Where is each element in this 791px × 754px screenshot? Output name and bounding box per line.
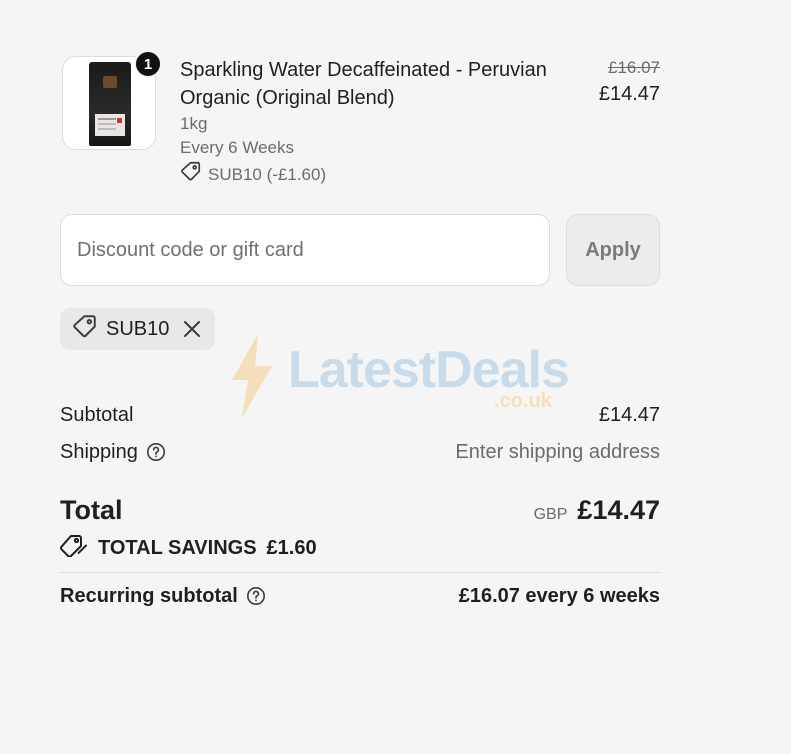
- product-info: Sparkling Water Decaffeinated - Peruvian…: [180, 56, 580, 189]
- total-currency: GBP: [533, 505, 568, 523]
- subtotal-label: Subtotal: [60, 403, 134, 426]
- recurring-label: Recurring subtotal: [60, 584, 238, 607]
- shipping-value: Enter shipping address: [455, 440, 660, 463]
- line-item: 1 Sparkling Water Decaffeinated - Peruvi…: [60, 50, 660, 189]
- recurring-row: Recurring subtotal £16.07 every 6 weeks: [60, 582, 660, 610]
- tag-icon: [72, 313, 98, 345]
- recurring-label-group: Recurring subtotal: [60, 585, 266, 608]
- total-value-group: GBP £14.47: [534, 495, 660, 526]
- product-discount-text: SUB10 (-£1.60): [208, 164, 327, 184]
- product-frequency: Every 6 Weeks: [180, 138, 295, 157]
- shipping-row: Shipping Enter shipping address: [60, 438, 660, 466]
- quantity-badge: 1: [134, 50, 162, 78]
- question-circle-icon[interactable]: [246, 586, 266, 606]
- apply-button[interactable]: Apply: [566, 214, 660, 286]
- total-row: Total GBP £14.47: [60, 492, 660, 528]
- product-price: £16.07 £14.47: [599, 56, 660, 108]
- product-title: Sparkling Water Decaffeinated - Peruvian…: [180, 59, 547, 109]
- discount-code-input[interactable]: [60, 214, 550, 286]
- shipping-label: Shipping: [60, 440, 138, 463]
- subtotal-row: Subtotal £14.47: [60, 401, 660, 429]
- total-savings: TOTAL SAVINGS £1.60: [60, 533, 317, 563]
- close-icon[interactable]: [181, 318, 203, 340]
- double-tag-icon: [60, 533, 88, 563]
- divider: [60, 572, 660, 573]
- price-original: £16.07: [608, 58, 660, 77]
- savings-value: £1.60: [266, 536, 317, 559]
- product-discount: SUB10 (-£1.60): [180, 160, 580, 189]
- price-current: £14.47: [598, 83, 660, 105]
- watermark-name: LatestDeals: [288, 341, 570, 399]
- total-label: Total: [60, 494, 123, 525]
- applied-code-label: SUB10: [106, 317, 170, 340]
- question-circle-icon[interactable]: [146, 442, 166, 462]
- discount-form: Apply: [60, 214, 660, 286]
- recurring-value: £16.07 every 6 weeks: [458, 584, 660, 607]
- savings-label: TOTAL SAVINGS: [98, 536, 257, 559]
- applied-discount-chip: SUB10: [60, 308, 216, 350]
- coffee-bag-image: [89, 62, 131, 146]
- product-size: 1kg: [180, 114, 208, 133]
- subtotal-value: £14.47: [598, 403, 660, 426]
- shipping-label-group: Shipping: [60, 441, 166, 464]
- tag-icon: [180, 160, 202, 189]
- total-value: £14.47: [577, 494, 660, 525]
